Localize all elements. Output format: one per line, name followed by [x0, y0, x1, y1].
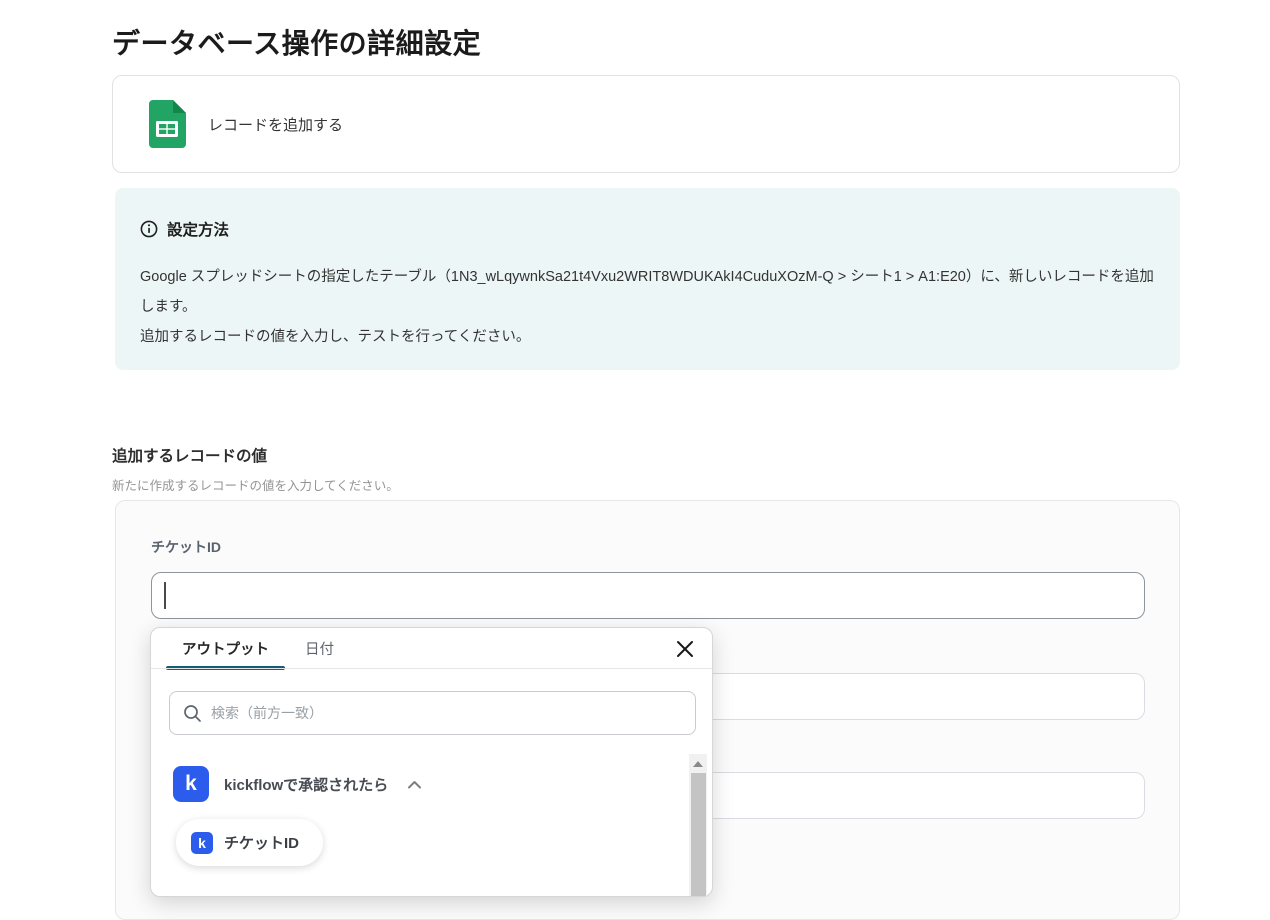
scrollbar-up-arrow-icon[interactable] [689, 758, 707, 770]
popup-search-box[interactable] [169, 691, 696, 735]
info-icon [140, 220, 158, 238]
kickflow-icon-letter: k [198, 834, 206, 851]
kickflow-app-icon: k [173, 766, 209, 802]
ticket-id-input[interactable] [151, 572, 1145, 619]
close-icon[interactable] [674, 638, 696, 660]
tab-date-label: 日付 [305, 641, 334, 658]
info-box-body: Google スプレッドシートの指定したテーブル（1N3_wLqywnkSa21… [140, 262, 1160, 352]
action-card[interactable]: レコードを追加する [112, 75, 1180, 173]
output-group-row[interactable]: k kickflowで承認されたら [173, 766, 422, 802]
scrollbar-thumb[interactable] [690, 773, 706, 896]
record-section-description: 新たに作成するレコードの値を入力してください。 [112, 479, 399, 493]
record-section-heading: 追加するレコードの値 [112, 448, 268, 465]
field-label-ticket-id: チケットID [151, 539, 221, 555]
chevron-up-icon[interactable] [407, 780, 422, 789]
output-chip-ticket-id[interactable]: k チケットID [176, 819, 324, 866]
action-card-label: レコードを追加する [208, 116, 344, 134]
kickflow-icon-letter: k [185, 772, 197, 795]
output-group-label: kickflowで承認されたら [224, 776, 389, 794]
info-box-line2: 追加するレコードの値を入力し、テストを行ってください。 [140, 329, 531, 345]
text-caret [164, 582, 166, 609]
tab-output-label: アウトプット [182, 641, 269, 658]
popup-scrollbar[interactable] [689, 754, 707, 896]
popup-search-input[interactable] [211, 705, 695, 721]
info-box-title: 設定方法 [167, 222, 230, 239]
tab-date[interactable]: 日付 [291, 628, 348, 668]
info-box: 設定方法 Google スプレッドシートの指定したテーブル（1N3_wLqywn… [115, 188, 1180, 370]
popup-tab-bar: アウトプット 日付 [151, 628, 712, 670]
info-box-line1: Google スプレッドシートの指定したテーブル（1N3_wLqywnkSa21… [140, 269, 1154, 315]
page: データベース操作の詳細設定 レコードを追加する 設定方法 Google スプレッ… [0, 0, 1270, 920]
kickflow-app-icon: k [191, 831, 213, 854]
google-sheets-icon [149, 100, 186, 148]
page-title: データベース操作の詳細設定 [112, 28, 482, 59]
tab-bar-divider [151, 668, 712, 669]
output-chip-label: チケットID [224, 835, 300, 852]
output-picker-popup: アウトプット 日付 k kickflowで承認されたら [150, 627, 713, 897]
info-box-header: 設定方法 [140, 218, 1155, 240]
tab-output[interactable]: アウトプット [166, 628, 285, 670]
search-icon [184, 704, 201, 722]
